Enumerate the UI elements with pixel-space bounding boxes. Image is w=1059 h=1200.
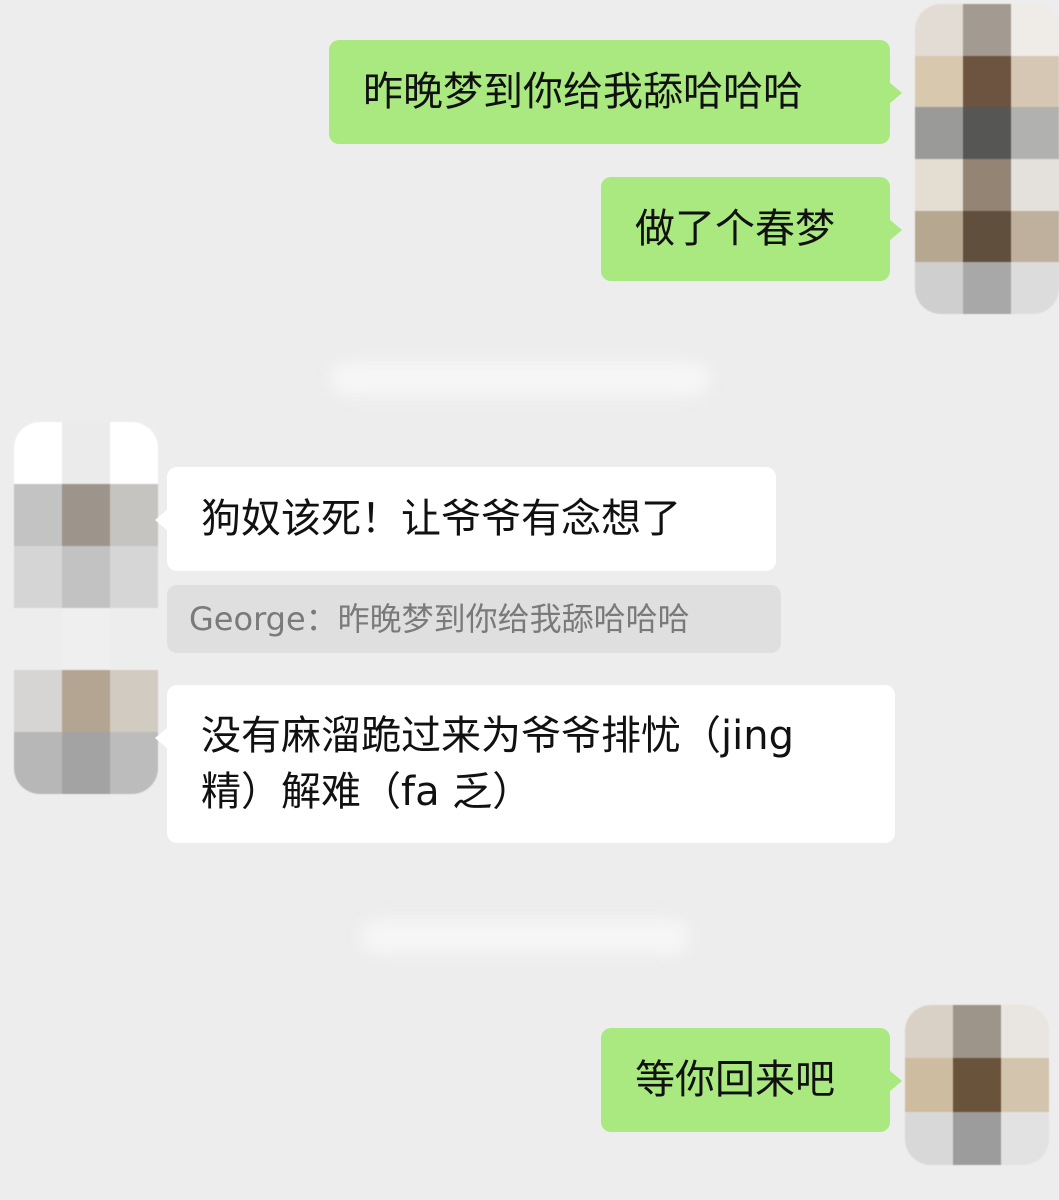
avatar-pixel	[1011, 4, 1059, 56]
avatar-pixel	[62, 732, 110, 794]
quoted-message[interactable]: George：昨晚梦到你给我舔哈哈哈	[167, 585, 781, 653]
self-avatar[interactable]	[915, 4, 1059, 314]
avatar-pixel	[14, 732, 62, 794]
timestamp-redacted	[330, 362, 710, 396]
avatar-pixel	[915, 262, 963, 314]
avatar-pixel	[905, 1111, 953, 1165]
avatar-pixel	[110, 484, 158, 546]
avatar-pixel	[905, 1058, 953, 1112]
avatar-pixel	[1011, 158, 1059, 211]
avatar-pixel	[14, 608, 62, 670]
message-text-line: 精）解难（fa 乏）	[201, 769, 533, 815]
message-bubble-incoming[interactable]: 狗奴该死！让爷爷有念想了	[155, 467, 776, 571]
avatar-pixel	[62, 422, 110, 484]
avatar-pixel	[963, 107, 1011, 159]
avatar-pixel	[14, 484, 62, 546]
avatar-pixel	[62, 670, 110, 732]
message-text-line: 没有麻溜跪过来为爷爷排忧（jing	[201, 713, 794, 759]
contact-avatar[interactable]	[14, 422, 158, 794]
message-bubble-outgoing[interactable]: 做了个春梦	[601, 177, 902, 281]
avatar-pixel	[963, 262, 1011, 314]
avatar-pixel	[1011, 262, 1059, 314]
avatar-pixel	[953, 1111, 1001, 1165]
avatar-pixel	[963, 210, 1011, 263]
avatar-pixel	[62, 546, 110, 608]
avatar-pixel	[953, 1058, 1001, 1112]
message-bubble-incoming[interactable]: 没有麻溜跪过来为爷爷排忧（jing 精）解难（fa 乏）	[155, 685, 895, 843]
avatar-pixel	[1011, 55, 1059, 108]
avatar-pixel	[110, 546, 158, 608]
message-bubble-outgoing[interactable]: 昨晚梦到你给我舔哈哈哈	[329, 40, 902, 144]
avatar-pixel	[1001, 1005, 1049, 1059]
message-text: 等你回来吧	[635, 1057, 835, 1103]
quoted-text: George：昨晚梦到你给我舔哈哈哈	[189, 600, 690, 638]
avatar-pixel	[62, 484, 110, 546]
avatar-pixel	[14, 546, 62, 608]
avatar-pixel	[1001, 1058, 1049, 1112]
avatar-pixel	[915, 55, 963, 108]
avatar-pixel	[110, 422, 158, 484]
avatar-pixel	[905, 1005, 953, 1059]
message-text: 狗奴该死！让爷爷有念想了	[201, 496, 681, 542]
avatar-pixel	[915, 107, 963, 159]
avatar-pixel	[62, 608, 110, 670]
message-text: 昨晚梦到你给我舔哈哈哈	[363, 69, 803, 115]
avatar-pixel	[963, 55, 1011, 108]
self-avatar[interactable]	[905, 1005, 1049, 1165]
avatar-pixel	[14, 670, 62, 732]
avatar-pixel	[1011, 210, 1059, 263]
avatar-pixel	[1011, 107, 1059, 159]
avatar-pixel	[915, 4, 963, 56]
avatar-pixel	[953, 1005, 1001, 1059]
avatar-pixel	[1001, 1111, 1049, 1165]
avatar-pixel	[915, 210, 963, 263]
avatar-pixel	[110, 670, 158, 732]
avatar-pixel	[110, 608, 158, 670]
avatar-pixel	[110, 732, 158, 794]
message-bubble-outgoing[interactable]: 等你回来吧	[601, 1028, 902, 1132]
avatar-pixel	[14, 422, 62, 484]
timestamp-redacted	[360, 920, 690, 954]
avatar-pixel	[963, 4, 1011, 56]
avatar-pixel	[915, 158, 963, 211]
avatar-pixel	[963, 158, 1011, 211]
message-text: 做了个春梦	[635, 206, 835, 252]
